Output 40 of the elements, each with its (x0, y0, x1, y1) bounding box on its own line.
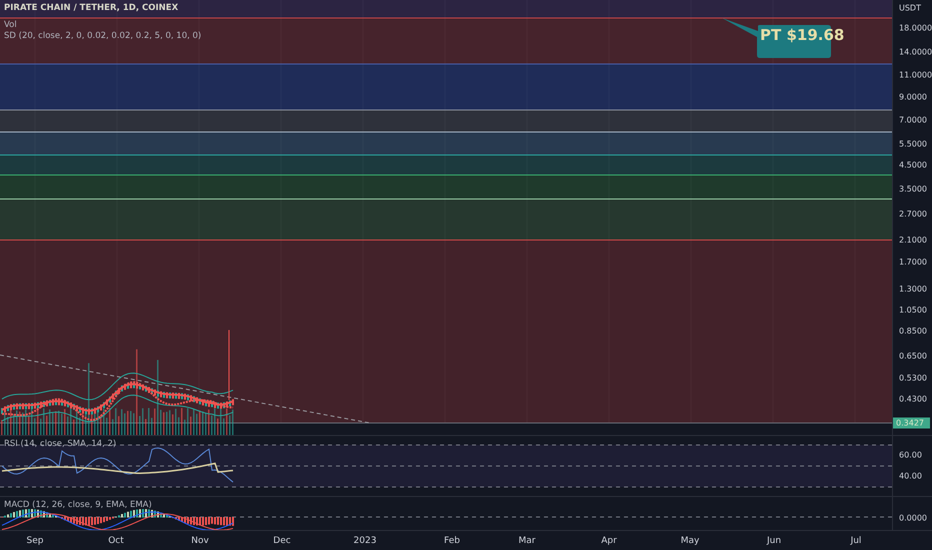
price-tick-label: 9.0000 (899, 92, 927, 102)
time-tick-label: Mar (518, 536, 536, 546)
price-tick-label: 14.0000 (899, 48, 932, 56)
time-tick-label: Dec (273, 536, 291, 546)
rsi-legend: RSI (14, close, SMA, 14, 2) (4, 439, 116, 449)
price-tick-label: 0.6500 (899, 352, 927, 360)
time-tick-label: Feb (444, 536, 460, 546)
rsi-tick-label: 60.00 (899, 450, 922, 460)
price-tick-label: 18.0000 (899, 24, 932, 32)
price-tick-label: 2.1000 (899, 236, 927, 244)
indicator-legend: SD (20, close, 2, 0, 0.02, 0.02, 0.2, 5, 0, 10, 0) (4, 31, 202, 42)
price-target-label: PT $19.68 (760, 26, 844, 44)
price-tick-label: 1.3000 (899, 284, 927, 294)
indicator-legend: Vol (4, 20, 17, 31)
price-tick-label: 11.0000 (899, 70, 932, 80)
macd-legend: MACD (12, 26, close, 9, EMA, EMA) (4, 500, 152, 510)
time-tick-label: 2023 (354, 536, 376, 546)
price-tick-label: 1.0500 (899, 306, 927, 314)
time-tick-label: Jun (766, 536, 782, 546)
currency-label: USDT (899, 4, 921, 12)
price-tick-label: 7.0000 (899, 116, 927, 124)
candle-wick (228, 330, 230, 400)
macd-tick-label: 0.0000 (899, 514, 927, 522)
rsi-tick-label: 40.00 (899, 472, 922, 480)
price-tick-label: 0.4300 (899, 394, 927, 404)
price-tick-label: 0.8500 (899, 326, 927, 336)
symbol-title: PIRATE CHAIN / TETHER, 1D, COINEX (4, 2, 178, 15)
time-tick-label: Oct (108, 536, 124, 546)
price-tick-label: 3.5000 (899, 184, 927, 194)
last-price-badge: 0.3427 (893, 418, 930, 428)
price-tick-label: 4.5000 (899, 160, 927, 170)
price-tick-label: 2.7000 (899, 210, 927, 218)
time-tick-label: Jul (850, 536, 862, 546)
price-tick-label: 0.5300 (899, 374, 927, 382)
price-tick-label: 5.5000 (899, 140, 927, 148)
time-tick-label: Nov (191, 536, 209, 546)
time-tick-label: May (680, 536, 700, 546)
time-tick-label: Apr (601, 536, 617, 546)
price-tick-label: 1.7000 (899, 258, 927, 266)
time-tick-label: Sep (26, 536, 44, 546)
